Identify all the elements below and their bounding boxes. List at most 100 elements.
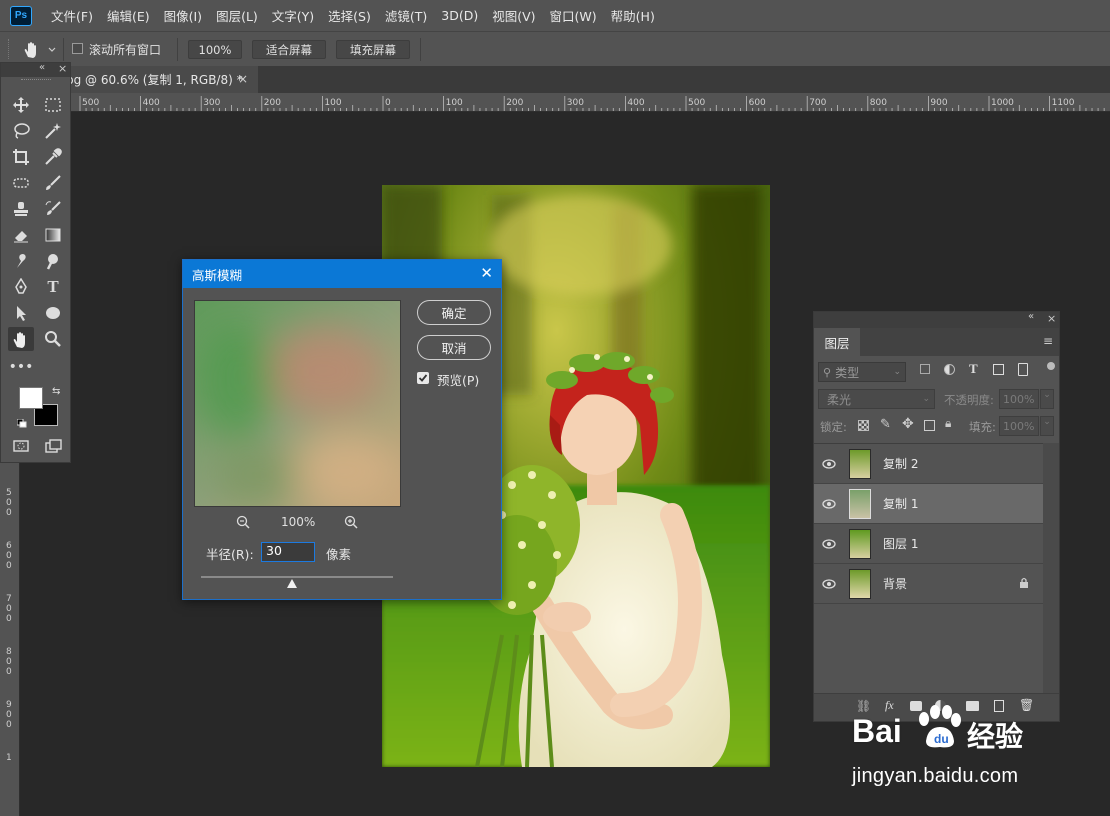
lock-artboard-icon[interactable] (924, 420, 935, 431)
hand-tool-preset-icon[interactable] (22, 40, 58, 63)
menu-file[interactable]: 文件(F) (44, 6, 100, 25)
preview-checkbox[interactable] (417, 372, 429, 384)
close-icon[interactable]: × (58, 62, 67, 75)
fill-screen-button[interactable]: 填充屏幕 (336, 40, 410, 59)
visibility-eye-icon[interactable] (814, 538, 844, 549)
dialog-title: 高斯模糊 (192, 267, 243, 283)
menu-edit[interactable]: 编辑(E) (100, 6, 157, 25)
layer-thumbnail (849, 568, 871, 599)
screen-mode-icon[interactable] (40, 434, 66, 458)
opacity-dropdown-icon[interactable]: ⌄ (1040, 389, 1054, 409)
filter-toggle-icon[interactable] (1047, 362, 1055, 370)
visibility-eye-icon[interactable] (814, 498, 844, 509)
crop-tool-icon[interactable] (8, 145, 34, 169)
zoom-out-icon[interactable] (236, 515, 250, 532)
swap-colors-icon[interactable]: ⇆ (52, 386, 60, 397)
hand-tool-icon[interactable] (8, 327, 34, 351)
tab-layers[interactable]: 图层 (814, 328, 860, 356)
quick-mask-icon[interactable] (8, 434, 34, 458)
layer-row[interactable]: 背景 (814, 564, 1043, 604)
dodge-tool-icon[interactable] (40, 249, 66, 273)
marquee-tool-icon[interactable] (40, 93, 66, 117)
toolbox-header[interactable]: « × (1, 62, 70, 77)
dialog-title-bar[interactable]: 高斯模糊 ✕ (183, 260, 501, 288)
adjustment-filter-icon[interactable] (944, 364, 955, 375)
cancel-button[interactable]: 取消 (417, 335, 491, 360)
magic-wand-tool-icon[interactable] (40, 119, 66, 143)
fill-input[interactable]: 100% (999, 416, 1039, 436)
move-tool-icon[interactable] (8, 93, 34, 117)
collapse-icon[interactable]: « (1028, 311, 1034, 322)
opacity-input[interactable]: 100% (999, 389, 1039, 409)
menu-help[interactable]: 帮助(H) (604, 6, 662, 25)
radius-slider-thumb[interactable] (287, 579, 297, 588)
type-tool-icon[interactable]: T (40, 275, 66, 299)
brush-tool-icon[interactable] (40, 171, 66, 195)
clone-stamp-tool-icon[interactable] (8, 197, 34, 221)
menu-view[interactable]: 视图(V) (485, 6, 542, 25)
visibility-eye-icon[interactable] (814, 458, 844, 469)
menu-3d[interactable]: 3D(D) (434, 8, 485, 23)
fit-screen-button[interactable]: 适合屏幕 (252, 40, 326, 59)
gradient-tool-icon[interactable] (40, 223, 66, 247)
layer-row[interactable]: 复制 2 (814, 444, 1043, 484)
pen-tool-icon[interactable] (8, 275, 34, 299)
lock-position-icon[interactable]: ✥ (902, 416, 914, 432)
zoom-in-icon[interactable] (344, 515, 358, 532)
type-filter-icon[interactable]: T (969, 361, 978, 377)
ellipse-tool-icon[interactable] (40, 301, 66, 325)
panel-menu-icon[interactable]: ≡ (1043, 334, 1053, 348)
ruler-tick-label: 500 (82, 98, 100, 108)
ruler-tick-label: 100 (324, 98, 342, 108)
close-icon[interactable]: ✕ (480, 264, 493, 282)
unit-label: 像素 (326, 547, 352, 562)
svg-text:du: du (934, 732, 949, 746)
pixel-filter-icon[interactable] (920, 364, 930, 374)
foreground-color-swatch[interactable] (19, 387, 43, 409)
menu-window[interactable]: 窗口(W) (543, 6, 604, 25)
kind-filter-select[interactable]: ⚲ 类型 ⌄ (818, 362, 906, 382)
layers-scrollbar[interactable] (1043, 443, 1059, 693)
radius-input[interactable]: 30 (261, 542, 315, 562)
lock-pixels-icon[interactable]: ✎ (880, 417, 891, 432)
ruler-tick-label: 100 (445, 98, 463, 108)
ruler-tick-label: 0 (6, 508, 12, 518)
ok-button[interactable]: 确定 (417, 300, 491, 325)
default-colors-icon[interactable] (16, 417, 27, 428)
close-icon[interactable]: × (1047, 312, 1056, 325)
grip-handle[interactable] (21, 79, 51, 82)
zoom-tool-icon[interactable] (40, 327, 66, 351)
layer-row[interactable]: 图层 1 (814, 524, 1043, 564)
blend-mode-value: 柔光 (827, 392, 852, 407)
ruler-tick-label: 700 (809, 98, 827, 108)
blend-mode-select[interactable]: 柔光 ⌄ (818, 389, 935, 409)
shape-filter-icon[interactable] (993, 364, 1004, 375)
layer-row[interactable]: 复制 1 (814, 484, 1043, 524)
menu-layer[interactable]: 图层(L) (209, 6, 265, 25)
radius-slider-track[interactable] (201, 576, 393, 578)
close-tab-icon[interactable]: × (238, 72, 248, 86)
lock-transparent-icon[interactable] (858, 420, 869, 431)
history-brush-tool-icon[interactable] (40, 197, 66, 221)
eraser-tool-icon[interactable] (8, 223, 34, 247)
collapse-icon[interactable]: « (39, 62, 45, 73)
smart-object-filter-icon[interactable] (1018, 363, 1028, 376)
scroll-all-checkbox[interactable] (72, 43, 83, 54)
visibility-eye-icon[interactable] (814, 578, 844, 589)
healing-brush-tool-icon[interactable] (8, 171, 34, 195)
grip-handle[interactable] (8, 39, 11, 59)
menu-image[interactable]: 图像(I) (157, 6, 209, 25)
menu-select[interactable]: 选择(S) (321, 6, 378, 25)
more-tools-icon[interactable]: ••• (8, 355, 34, 379)
menu-type[interactable]: 文字(Y) (265, 6, 321, 25)
panel-header[interactable]: « × (814, 311, 1059, 328)
lock-all-icon[interactable]: 🔒︎ (945, 416, 951, 431)
fill-dropdown-icon[interactable]: ⌄ (1040, 416, 1054, 436)
menu-filter[interactable]: 滤镜(T) (378, 6, 434, 25)
eyedropper-tool-icon[interactable] (40, 145, 66, 169)
blur-preview[interactable] (194, 300, 401, 511)
smudge-tool-icon[interactable] (8, 249, 34, 273)
path-selection-tool-icon[interactable] (8, 301, 34, 325)
zoom-100-button[interactable]: 100% (188, 40, 242, 59)
lasso-tool-icon[interactable] (8, 119, 34, 143)
